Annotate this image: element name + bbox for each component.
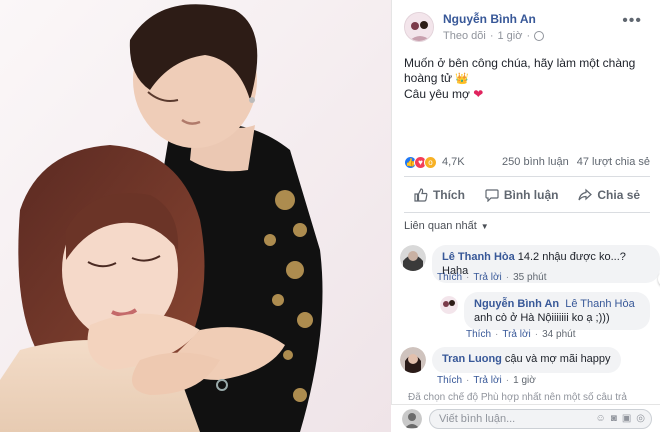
gif-icon[interactable]: ▣ xyxy=(622,413,631,424)
comment-like-link[interactable]: Thích xyxy=(466,329,491,340)
composer-tools: ☺ ◙ ▣ ◎ xyxy=(596,413,651,424)
caret-down-icon: ▼ xyxy=(480,221,489,231)
reactions-summary[interactable]: 👍 ♥ o 4,7K xyxy=(404,155,465,169)
comment-bubble: Nguyễn Bình An Lê Thanh Hòa anh cò ở Hà … xyxy=(464,292,650,330)
caption-line-2: Câu yêu mợ xyxy=(404,87,470,101)
author-name[interactable]: Nguyễn Bình An xyxy=(443,12,544,26)
comment-actions: Thích · Trả lời · 1 giờ xyxy=(437,375,536,386)
divider xyxy=(404,212,650,213)
mentioned-user[interactable]: Lê Thanh Hòa xyxy=(565,298,635,310)
comment-actions: Thích · Trả lời · 34 phút xyxy=(466,329,576,340)
thumbs-up-icon xyxy=(414,188,428,202)
comment-input[interactable]: Viết bình luận... ☺ ◙ ▣ ◎ xyxy=(429,408,652,429)
sticker-icon[interactable]: ◎ xyxy=(636,413,645,424)
meta-separator: · xyxy=(526,30,531,42)
commenter-avatar[interactable] xyxy=(440,296,458,314)
like-button[interactable]: Thích xyxy=(414,188,465,202)
photo-illustration xyxy=(0,0,391,432)
post-caption: Muốn ở bên công chúa, hãy làm một chàng … xyxy=(404,56,644,102)
comment-like-link[interactable]: Thích xyxy=(437,272,462,283)
comment-time[interactable]: 35 phút xyxy=(513,272,546,283)
comment-composer: Viết bình luận... ☺ ◙ ▣ ◎ xyxy=(391,404,660,432)
commenter-avatar[interactable] xyxy=(400,347,426,373)
comment-text: cậu và mợ mãi happy xyxy=(504,353,611,365)
follow-link[interactable]: Theo dõi xyxy=(443,30,486,42)
post-stats: 👍 ♥ o 4,7K 250 bình luận 47 lượt chia sẻ xyxy=(404,153,650,171)
post-actions: Thích Bình luận Chia sẻ xyxy=(404,181,650,209)
post-meta: Theo dõi · 1 giờ · xyxy=(443,30,545,42)
shares-count[interactable]: 47 lượt chia sẻ xyxy=(577,156,650,168)
facebook-photo-viewer: Nguyễn Bình An Theo dõi · 1 giờ · ••• Mu… xyxy=(0,0,660,432)
comment-bubble: Tran Luong cậu và mợ mãi happy xyxy=(432,347,621,373)
comment-button-label: Bình luận xyxy=(503,188,559,202)
comment-sort-label: Liên quan nhất xyxy=(404,220,477,232)
comment-bubble-icon xyxy=(485,189,499,202)
divider xyxy=(404,176,650,177)
commenter-name[interactable]: Nguyễn Bình An xyxy=(474,298,559,310)
comment-actions: Thích · Trả lời · 35 phút xyxy=(437,272,547,283)
meta-separator: · xyxy=(489,30,494,42)
comment-reply-link[interactable]: Trả lời xyxy=(473,375,501,386)
reactions-count[interactable]: 4,7K xyxy=(442,156,465,168)
comment-button[interactable]: Bình luận xyxy=(485,188,559,202)
camera-icon[interactable]: ◙ xyxy=(611,413,617,424)
commenter-name[interactable]: Tran Luong xyxy=(442,353,502,365)
comment-text: cò ở Hà Nộiiiiiii ko ạ ;))) xyxy=(495,312,610,324)
comment-input-placeholder: Viết bình luận... xyxy=(439,412,516,425)
share-button[interactable]: Chia sẻ xyxy=(578,188,640,202)
comment-time[interactable]: 1 giờ xyxy=(513,375,536,386)
share-button-label: Chia sẻ xyxy=(597,188,641,202)
crown-emoji-icon: 👑 xyxy=(455,73,470,85)
globe-icon xyxy=(534,31,545,41)
post-time[interactable]: 1 giờ xyxy=(497,30,522,42)
post-photo[interactable] xyxy=(0,0,391,432)
post-header: Nguyễn Bình An Theo dõi · 1 giờ · ••• xyxy=(404,10,650,44)
comment-like-link[interactable]: Thích xyxy=(437,375,462,386)
wow-reaction-icon: o xyxy=(424,155,437,169)
author-avatar[interactable] xyxy=(404,12,434,42)
like-button-label: Thích xyxy=(432,188,465,202)
reply-item: Nguyễn Bình An Lê Thanh Hòa anh cò ở Hà … xyxy=(440,292,650,330)
share-arrow-icon xyxy=(578,188,593,201)
comment-text: anh xyxy=(474,312,493,324)
comment-item: Tran Luong cậu và mợ mãi happy xyxy=(400,347,621,373)
current-user-avatar xyxy=(402,408,422,429)
commenter-avatar[interactable] xyxy=(400,245,426,271)
comment-sort-dropdown[interactable]: Liên quan nhất ▼ xyxy=(404,220,489,232)
more-options-icon[interactable]: ••• xyxy=(622,12,642,30)
heart-emoji-icon: ❤ xyxy=(473,87,484,101)
comment-reply-link[interactable]: Trả lời xyxy=(473,272,501,283)
caption-line-1: Muốn ở bên công chúa, hãy làm một chàng … xyxy=(404,56,636,85)
commenter-name[interactable]: Lê Thanh Hòa xyxy=(442,251,515,263)
comment-time[interactable]: 34 phút xyxy=(542,329,575,340)
comment-reply-link[interactable]: Trả lời xyxy=(502,329,530,340)
emoji-icon[interactable]: ☺ xyxy=(596,413,606,424)
comments-count[interactable]: 250 bình luận xyxy=(502,156,569,168)
sorting-notice: Đã chọn chế độ Phù hợp nhất nên một số c… xyxy=(408,392,627,403)
